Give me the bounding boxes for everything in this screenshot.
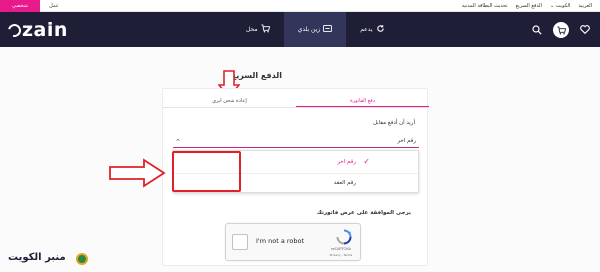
recaptcha-brand: reCAPTCHA [331, 247, 351, 251]
main-navigation: zain يدعم زين بلدي محل [0, 12, 600, 47]
annotation-arrow-right [109, 158, 166, 188]
recaptcha-links[interactable]: Privacy - Terms [324, 253, 358, 257]
segment-switcher: شخصي عمل [0, 0, 68, 12]
recaptcha-label: I'm not a robot [256, 237, 305, 245]
chevron-up-icon: ⌃ [175, 138, 181, 146]
utility-links: العربية الكويت ⌄ الدفع السريع تحديث البط… [462, 0, 592, 12]
recaptcha-logo-icon [336, 229, 352, 245]
civil-id-update-link[interactable]: تحديث البطاقة المدنية [462, 3, 508, 9]
zain-logo-icon [5, 21, 24, 40]
utility-bar: شخصي عمل العربية الكويت ⌄ الدفع السريع ت… [0, 0, 600, 12]
check-icon: ✓ [363, 157, 370, 166]
tab-personal[interactable]: شخصي [0, 0, 40, 12]
refresh-icon [376, 24, 385, 35]
nav-actions [530, 12, 592, 47]
annotation-highlight-box [172, 151, 241, 192]
option-label: رقم العقد [333, 180, 356, 186]
sim-icon [323, 25, 333, 34]
watermark-logo-icon [76, 253, 88, 265]
nav-item-shop[interactable]: محل [232, 12, 284, 47]
pay-for-select[interactable]: رقم اخر ⌃ [173, 136, 419, 148]
watermark-text: منبر الكويت [8, 252, 66, 263]
quick-pay-link[interactable]: الدفع السريع [516, 3, 542, 9]
option-label: رقم اخر [337, 159, 356, 165]
pay-for-label: أريد أن أدفع مقابل [372, 120, 415, 126]
language-link[interactable]: العربية [578, 3, 592, 9]
page: شخصي عمل العربية الكويت ⌄ الدفع السريع ت… [0, 0, 600, 272]
watermark: منبر الكويت [0, 248, 95, 270]
tab-bill-payment[interactable]: دفع الفاتورة [296, 95, 429, 107]
payment-tabs: دفع الفاتورة إعادة شحن ايزي [163, 95, 429, 108]
nav-menu: يدعم زين بلدي محل [232, 12, 399, 47]
country-selector[interactable]: الكويت ⌄ [550, 3, 570, 9]
recaptcha-checkbox[interactable] [232, 234, 248, 250]
basket-icon [556, 20, 566, 39]
search-icon[interactable] [530, 23, 544, 37]
heart-icon[interactable] [578, 23, 592, 37]
chevron-down-icon: ⌄ [549, 3, 555, 9]
nav-item-zain-baladi[interactable]: زين بلدي [283, 12, 347, 47]
nav-item-label: يدعم [360, 26, 373, 33]
zain-logo[interactable]: zain [5, 19, 68, 41]
recaptcha-widget: I'm not a robot reCAPTCHA Privacy - Term… [225, 223, 361, 261]
tab-easy-recharge[interactable]: إعادة شحن ايزي [163, 95, 296, 107]
nav-item-support[interactable]: يدعم [346, 12, 398, 47]
basket-button[interactable] [553, 20, 569, 39]
selected-value: رقم اخر [397, 138, 416, 144]
agree-text: يرجى الموافقة على عرض فاتورتك [316, 210, 411, 216]
nav-item-label: محل [246, 26, 258, 33]
nav-item-label: زين بلدي [297, 26, 321, 33]
tab-business[interactable]: عمل [40, 0, 68, 12]
cart-icon [261, 24, 270, 35]
